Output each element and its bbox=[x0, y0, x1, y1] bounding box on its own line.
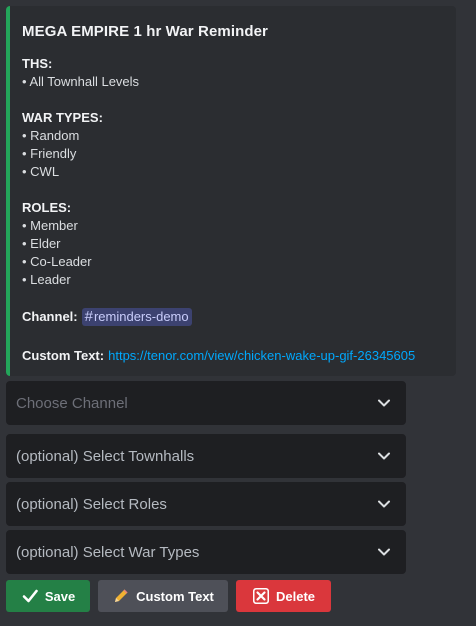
war-type-item: • Random bbox=[22, 128, 80, 143]
chevron-down-icon bbox=[375, 394, 393, 412]
roles-select[interactable]: (optional) Select Roles bbox=[6, 482, 406, 526]
choose-channel-placeholder: Choose Channel bbox=[16, 394, 128, 412]
role-item: • Member bbox=[22, 218, 78, 233]
chevron-down-icon bbox=[375, 447, 393, 465]
custom-text-button[interactable]: Custom Text bbox=[98, 580, 228, 612]
check-mark-icon bbox=[21, 587, 39, 605]
delete-button[interactable]: Delete bbox=[236, 580, 331, 612]
roles-placeholder: (optional) Select Roles bbox=[16, 495, 167, 513]
war-types-field-name: WAR TYPES: bbox=[22, 110, 103, 125]
ths-item: • All Townhall Levels bbox=[22, 74, 140, 89]
custom-text-button-label: Custom Text bbox=[136, 588, 214, 604]
war-type-item: • CWL bbox=[22, 164, 60, 179]
townhalls-placeholder: (optional) Select Townhalls bbox=[16, 447, 195, 465]
channel-field: Channel: # reminders-demo bbox=[22, 307, 444, 327]
channel-mention[interactable]: # reminders-demo bbox=[81, 308, 192, 326]
hashtag-icon: # bbox=[84, 308, 93, 325]
pencil-icon bbox=[112, 587, 130, 605]
custom-text-label: Custom Text: bbox=[22, 348, 105, 363]
embed-title: MEGA EMPIRE 1 hr War Reminder bbox=[22, 23, 268, 40]
channel-label: Channel: bbox=[22, 309, 78, 324]
delete-button-label: Delete bbox=[275, 588, 316, 604]
role-item: • Leader bbox=[22, 272, 71, 287]
custom-text-link[interactable]: https://tenor.com/view/chicken-wake-up-g… bbox=[108, 347, 415, 365]
cross-mark-icon bbox=[252, 587, 270, 605]
ths-field: THS: • All Townhall Levels bbox=[22, 55, 444, 91]
roles-field: ROLES: • Member • Elder • Co-Leader • Le… bbox=[22, 199, 444, 289]
choose-channel-select[interactable]: Choose Channel bbox=[6, 381, 406, 425]
chevron-down-icon bbox=[375, 543, 393, 561]
roles-field-name: ROLES: bbox=[22, 200, 72, 215]
war-types-field: WAR TYPES: • Random • Friendly • CWL bbox=[22, 109, 444, 181]
save-button[interactable]: Save bbox=[6, 580, 90, 612]
custom-text-field: Custom Text: https://tenor.com/view/chic… bbox=[22, 347, 444, 365]
war-type-item: • Friendly bbox=[22, 146, 77, 161]
reminder-embed: MEGA EMPIRE 1 hr War Reminder THS: • All… bbox=[6, 6, 456, 376]
war-types-placeholder: (optional) Select War Types bbox=[16, 543, 200, 561]
chevron-down-icon bbox=[375, 495, 393, 513]
townhalls-select[interactable]: (optional) Select Townhalls bbox=[6, 434, 406, 478]
channel-mention-name: reminders-demo bbox=[93, 309, 189, 324]
save-button-label: Save bbox=[44, 588, 76, 604]
war-types-select[interactable]: (optional) Select War Types bbox=[6, 530, 406, 574]
ths-field-name: THS: bbox=[22, 56, 53, 71]
role-item: • Elder bbox=[22, 236, 61, 251]
role-item: • Co-Leader bbox=[22, 254, 92, 269]
